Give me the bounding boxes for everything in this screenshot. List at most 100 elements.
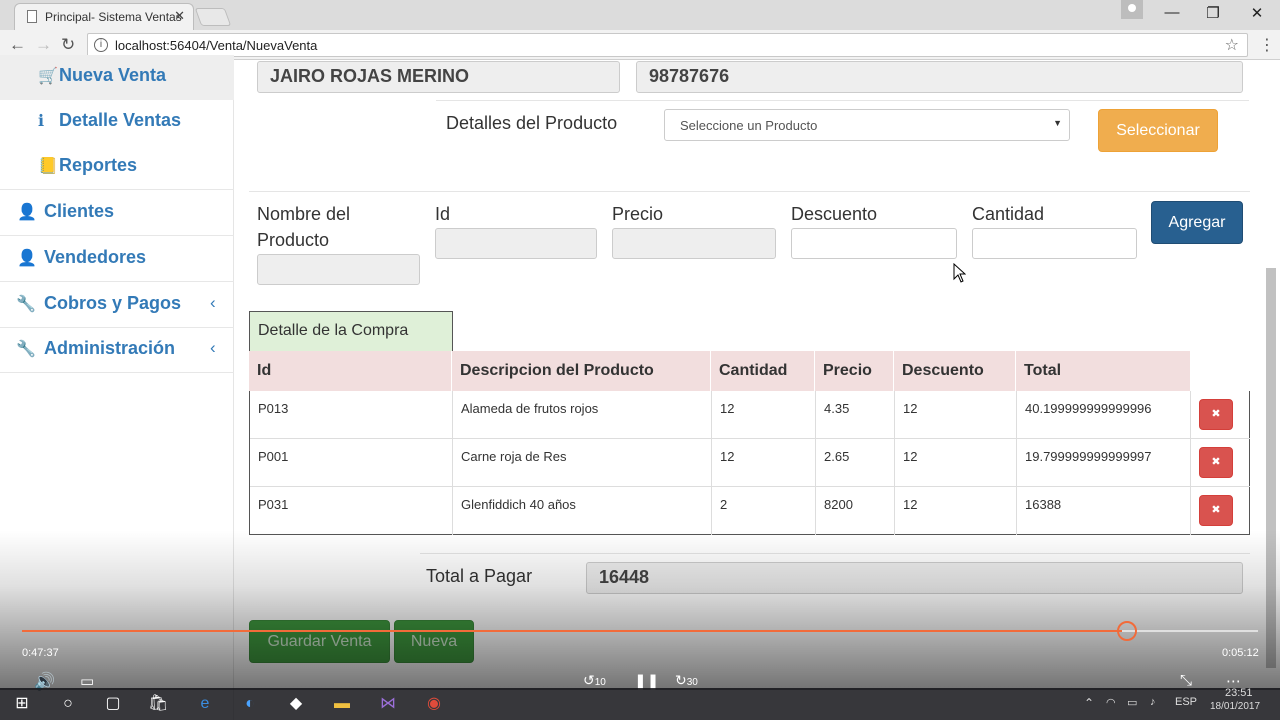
sidebar-item-clientes[interactable]: 👤 Clientes (0, 191, 234, 236)
clock-time[interactable]: 23:51 (1225, 687, 1253, 699)
delete-row-button[interactable]: ✖ (1199, 495, 1233, 526)
cell-discount: 12 (895, 487, 1017, 535)
total-label: Total a Pagar (426, 566, 533, 586)
forward-icon[interactable]: → (35, 35, 52, 55)
save-sale-button[interactable]: Guardar Venta (249, 620, 390, 663)
sidebar-item-administracion[interactable]: 🔧 Administración ‹ (0, 328, 234, 373)
task-view-icon[interactable]: ▢ (103, 694, 123, 714)
skip-back-button[interactable]: ↺10 (583, 672, 606, 689)
client-document-field[interactable]: 98787676 (636, 61, 1243, 93)
detail-table-caption: Detalle de la Compra (249, 311, 453, 351)
client-name-field[interactable]: JAIRO ROJAS MERINO (257, 61, 620, 93)
chevron-left-icon: ‹ (210, 293, 216, 312)
book-icon: 📒 (38, 158, 58, 175)
tray-chevron-icon[interactable]: ⌃ (1084, 696, 1094, 710)
search-icon[interactable]: ○ (58, 694, 78, 714)
client-document-value: 98787676 (649, 66, 730, 86)
detail-table-body: P013 Alameda de frutos rojos 12 4.35 12 … (249, 391, 1250, 535)
sidebar-item-vendedores[interactable]: 👤 Vendedores (0, 237, 234, 282)
sidebar-item-reportes[interactable]: 📒 Reportes (0, 145, 234, 190)
quantity-label: Cantidad (972, 204, 1045, 224)
cell-total: 16388 (1017, 487, 1191, 535)
browser-tab[interactable]: Principal- Sistema Ventas ✕ (14, 3, 194, 30)
close-window-icon[interactable]: ✕ (1242, 4, 1272, 22)
battery-icon[interactable]: ▭ (1127, 696, 1137, 709)
table-row: P031 Glenfiddich 40 años 2 8200 12 16388… (250, 487, 1250, 535)
product-price-field[interactable] (612, 228, 776, 259)
discount-label: Descuento (791, 204, 878, 224)
chrome-icon[interactable]: ◉ (424, 694, 444, 714)
menu-icon[interactable]: ⋮ (1259, 35, 1275, 55)
cell-quantity: 12 (712, 391, 816, 439)
url-text: localhost:56404/Venta/NuevaVenta (115, 38, 318, 53)
sidebar-item-label: Cobros y Pagos (44, 293, 182, 313)
add-product-button[interactable]: Agregar (1151, 201, 1243, 244)
new-tab-button[interactable] (194, 8, 232, 26)
video-scrubber-handle[interactable] (1117, 621, 1137, 641)
sidebar-item-label: Detalle Ventas (59, 110, 182, 130)
page-icon (27, 10, 37, 23)
product-price-label: Precio (612, 204, 664, 224)
edge-icon[interactable]: e (195, 694, 215, 714)
network-icon[interactable]: ◠ (1106, 696, 1116, 709)
maximize-icon[interactable]: ❐ (1198, 4, 1228, 22)
divider (420, 553, 1250, 554)
cell-quantity: 2 (712, 487, 816, 535)
store-icon[interactable]: 🛍 (148, 694, 168, 714)
table-row: P001 Carne roja de Res 12 2.65 12 19.799… (250, 439, 1250, 487)
delete-row-button[interactable]: ✖ (1199, 447, 1233, 478)
client-name-value: JAIRO ROJAS MERINO (270, 66, 470, 86)
new-sale-button[interactable]: Nueva (394, 620, 474, 663)
sidebar-item-nueva-venta[interactable]: 🛒 Nueva Venta (0, 55, 234, 100)
column-header-total: Total (1024, 362, 1062, 379)
sidebar-item-label: Vendedores (44, 247, 147, 267)
cell-id: P031 (250, 487, 453, 535)
product-name-field[interactable] (257, 254, 420, 285)
column-header-description: Descripcion del Producto (452, 351, 711, 391)
language-indicator[interactable]: ESP (1175, 696, 1197, 708)
sidebar-item-cobros-y-pagos[interactable]: 🔧 Cobros y Pagos ‹ (0, 283, 234, 328)
select-product-button[interactable]: Seleccionar (1098, 109, 1218, 152)
close-tab-icon[interactable]: ✕ (174, 8, 185, 24)
user-icon: 👤 (17, 250, 37, 267)
windows-start-icon[interactable]: ⊞ (12, 694, 32, 714)
discount-input[interactable] (791, 228, 957, 259)
speaker-icon[interactable]: ♪ (1150, 696, 1156, 708)
cart-icon: 🛒 (38, 68, 58, 85)
wrench-icon: 🔧 (16, 296, 36, 313)
quantity-input[interactable] (972, 228, 1137, 259)
file-explorer-icon[interactable]: ▬ (332, 694, 352, 714)
column-header-id: Id (249, 351, 452, 391)
clock-date[interactable]: 18/01/2017 (1210, 701, 1260, 712)
app-icon[interactable]: ◆ (286, 694, 306, 714)
cell-quantity: 12 (712, 439, 816, 487)
back-icon[interactable]: ← (9, 35, 26, 55)
reload-icon[interactable]: ↻ (61, 35, 75, 55)
star-icon[interactable]: ☆ (1225, 35, 1239, 55)
scrollbar-thumb[interactable] (1266, 268, 1276, 668)
video-elapsed-time: 0:47:37 (22, 647, 59, 659)
browser-icon[interactable]: ◐ (240, 694, 260, 714)
sidebar-item-label: Nueva Venta (59, 65, 167, 85)
product-id-field[interactable] (435, 228, 597, 259)
info-icon[interactable]: i (94, 38, 108, 52)
product-select-placeholder: Seleccione un Producto (680, 118, 818, 133)
sidebar-item-detalle-ventas[interactable]: ℹ Detalle Ventas (0, 100, 234, 145)
browser-tab-bar: Principal- Sistema Ventas ✕ — ❐ ✕ (0, 0, 1280, 30)
delete-row-button[interactable]: ✖ (1199, 399, 1233, 430)
skip-forward-button[interactable]: ↻30 (675, 672, 698, 689)
sidebar: 🛒 Nueva Venta ℹ Detalle Ventas 📒 Reporte… (0, 55, 234, 720)
total-field[interactable]: 16448 (586, 562, 1243, 594)
product-name-label: Nombre del Producto (257, 204, 351, 250)
cell-discount: 12 (895, 391, 1017, 439)
visual-studio-icon[interactable]: ⋈ (378, 694, 398, 714)
column-header-discount: Descuento (894, 351, 1016, 391)
video-progress-bar[interactable] (22, 630, 1258, 632)
collapse-icon[interactable]: ⤡ (1180, 672, 1192, 689)
minimize-icon[interactable]: — (1157, 4, 1187, 21)
product-id-label: Id (435, 204, 451, 224)
url-input[interactable]: i localhost:56404/Venta/NuevaVenta ☆ (87, 33, 1248, 57)
mouse-cursor-icon (953, 263, 966, 283)
profile-icon[interactable] (1121, 0, 1143, 19)
product-select[interactable]: Seleccione un Producto ▼ (664, 109, 1070, 141)
